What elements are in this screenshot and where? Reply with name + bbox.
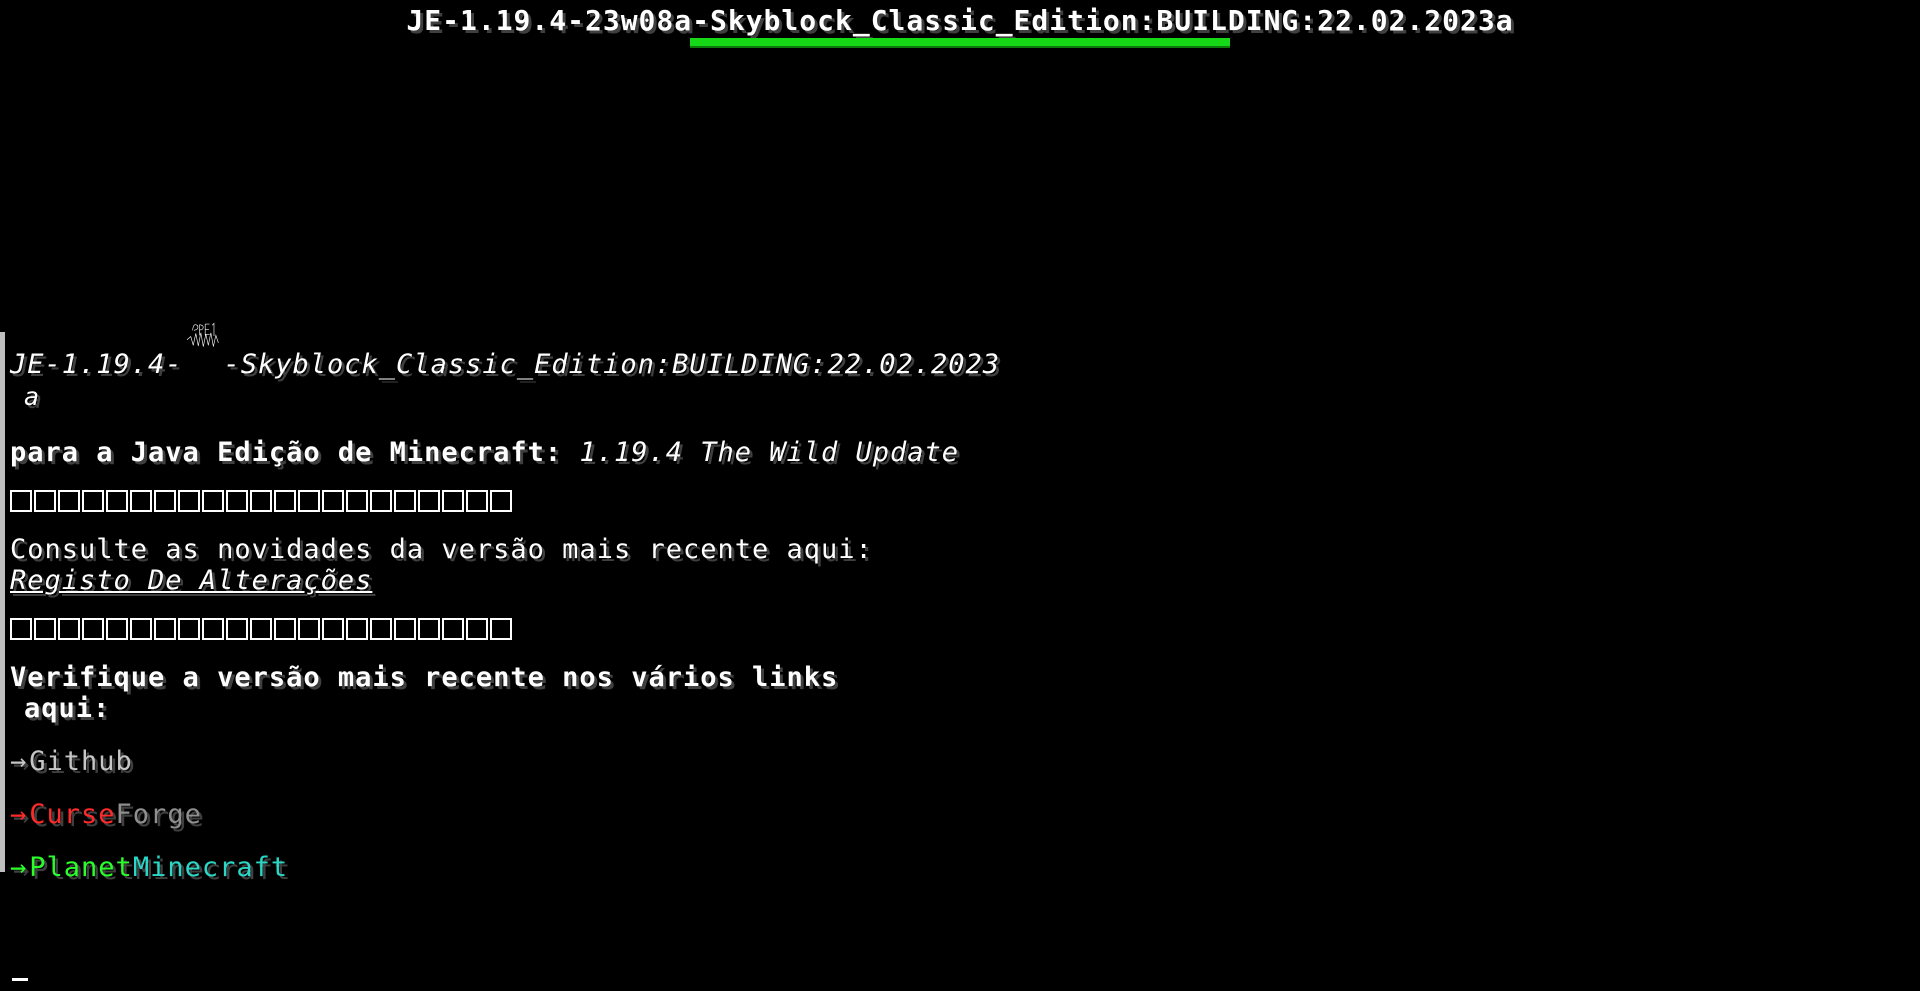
pack-header: JE-1.19.4- -Skyblock_Classic_Edition:BUI… [10,322,1000,380]
missing-glyph-box [322,490,344,512]
link-label-part2[interactable]: Minecraft [133,852,288,883]
link-label-part2[interactable]: Forge [116,799,202,830]
missing-glyph-box [394,490,416,512]
missing-glyph-box [130,618,152,640]
missing-glyph-box [154,490,176,512]
missing-glyph-box [322,618,344,640]
edition-label: para a Java Edição de Minecraft: [10,437,563,468]
link-label-part1[interactable]: Curse [29,799,115,830]
header-prefix: JE-1.19.4- [10,349,183,380]
info-panel: JE-1.19.4- -Skyblock_Classic_Edition:BUI… [10,322,1000,883]
missing-glyph-box [370,490,392,512]
missing-glyph-box [106,490,128,512]
loading-progress-bar [690,38,1230,48]
link-label-part1[interactable]: Planet [29,852,133,883]
link-item[interactable]: →CurseForge [10,799,1000,830]
missing-glyph-box [154,618,176,640]
missing-glyph-box [466,618,488,640]
missing-glyph-box [346,618,368,640]
link-item[interactable]: →PlanetMinecraft [10,852,1000,883]
missing-glyph-box [58,618,80,640]
changelog-prompt: Consulte as novidades da versão mais rec… [10,534,873,565]
missing-glyph-box [226,490,248,512]
missing-glyph-box [34,490,56,512]
missing-glyph-box [202,618,224,640]
missing-glyph-box [10,490,32,512]
changelog-link[interactable]: Registo De Alterações [10,565,1000,596]
missing-glyph-box [442,490,464,512]
missing-glyph-box [442,618,464,640]
loading-progress-fill [690,38,1230,48]
header-suffix: -Skyblock_Classic_Edition:BUILDING:22.02… [223,349,1000,380]
download-links: →Github →CurseForge →PlanetMinecraft [10,746,1000,883]
text-cursor [12,978,28,981]
missing-glyph-box [274,490,296,512]
missing-glyph-box [34,618,56,640]
missing-glyph-box [82,618,104,640]
missing-glyph-box [394,618,416,640]
placeholder-glyph-row [10,490,1000,512]
missing-glyph-box [202,490,224,512]
edition-version: 1.19.4 The Wild Update [579,437,960,468]
missing-glyph-box [346,490,368,512]
missing-glyph-box [130,490,152,512]
missing-glyph-box [106,618,128,640]
missing-glyph-box [490,618,512,640]
header-tail: a [24,382,41,411]
missing-glyph-box [490,490,512,512]
missing-glyph-box [418,618,440,640]
missing-glyph-box [178,490,200,512]
placeholder-glyph-row [10,618,1000,640]
links-prompt-line2: aqui: [24,693,111,724]
missing-glyph-box [418,490,440,512]
missing-glyph-box [58,490,80,512]
arrow-icon: → [10,746,28,777]
missing-glyph-box [370,618,392,640]
missing-glyph-box [298,618,320,640]
arrow-icon: → [10,799,28,830]
missing-glyph-box [298,490,320,512]
edition-line: para a Java Edição de Minecraft: 1.19.4 … [10,437,1000,468]
link-label-part1[interactable]: Github [29,746,133,777]
missing-glyph-box [466,490,488,512]
arrow-icon: → [10,852,28,883]
missing-glyph-box [82,490,104,512]
missing-glyph-box [178,618,200,640]
window-title: JE-1.19.4-23w08a-Skyblock_Classic_Editio… [406,4,1514,37]
missing-glyph-box [10,618,32,640]
links-prompt-line1: Verifique a versão mais recente nos vári… [10,662,839,693]
panel-border [0,332,5,872]
changelog-link-label[interactable]: Registo De Alterações [10,565,372,596]
signature-graphic [186,322,219,347]
missing-glyph-box [250,490,272,512]
missing-glyph-box [226,618,248,640]
missing-glyph-box [274,618,296,640]
missing-glyph-box [250,618,272,640]
link-item[interactable]: →Github [10,746,1000,777]
